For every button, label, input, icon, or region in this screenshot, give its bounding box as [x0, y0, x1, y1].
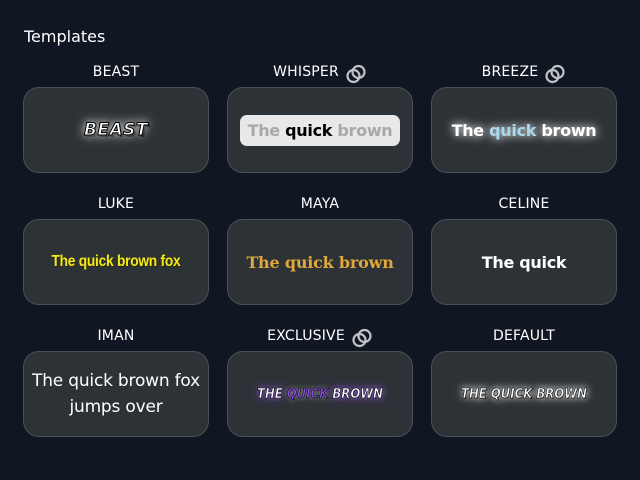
- template-label: EXCLUSIVE: [267, 327, 345, 344]
- template-card-celine[interactable]: The quick: [431, 219, 617, 305]
- template-label: BEAST: [92, 63, 140, 80]
- template-card-luke[interactable]: The quick brown fox: [23, 219, 209, 305]
- preview-word-highlight: quick: [489, 120, 537, 140]
- template-card-breeze[interactable]: The quick brown: [431, 87, 617, 173]
- preview-line: The quick brown fox: [32, 371, 200, 391]
- preview-word-highlight: quick: [285, 120, 333, 140]
- template-preview: BEAST: [83, 120, 149, 141]
- template-maya: MAYA The quick brown: [227, 190, 413, 322]
- template-label: MAYA: [300, 195, 340, 212]
- template-preview: The quick brown: [452, 121, 597, 140]
- preview-word: BROWN: [332, 386, 383, 402]
- template-whisper: WHISPER The quick brown: [227, 58, 413, 190]
- template-beast: BEAST BEAST: [23, 58, 209, 190]
- template-label: DEFAULT: [492, 327, 556, 344]
- template-label: IMAN: [97, 327, 135, 344]
- templates-page: Templates BEAST BEAST WHISPER The quick …: [0, 0, 640, 480]
- preview-word: brown: [541, 120, 597, 140]
- template-preview: THE QUICK BROWN: [257, 386, 384, 402]
- preview-word: brown: [337, 120, 393, 140]
- template-card-exclusive[interactable]: THE QUICK BROWN: [227, 351, 413, 437]
- template-iman: IMAN The quick brown fox jumps over: [23, 322, 209, 454]
- template-card-iman[interactable]: The quick brown fox jumps over: [23, 351, 209, 437]
- template-card-maya[interactable]: The quick brown: [227, 219, 413, 305]
- template-preview: The quick brown: [239, 114, 401, 146]
- linked-rings-icon: [346, 64, 366, 83]
- template-label: BREEZE: [481, 63, 539, 80]
- template-card-beast[interactable]: BEAST: [23, 87, 209, 173]
- template-card-default[interactable]: THE QUICK BROWN: [431, 351, 617, 437]
- template-label-row: IMAN: [23, 322, 209, 351]
- template-label-row: MAYA: [227, 190, 413, 219]
- section-title: Templates: [24, 27, 106, 46]
- template-card-whisper[interactable]: The quick brown: [227, 87, 413, 173]
- template-exclusive: EXCLUSIVE THE QUICK BROWN: [227, 322, 413, 454]
- template-label: CELINE: [498, 195, 550, 212]
- template-label-row: WHISPER: [227, 58, 413, 87]
- template-preview: THE QUICK BROWN: [461, 386, 587, 402]
- linked-rings-icon: [545, 64, 565, 83]
- template-default: DEFAULT THE QUICK BROWN: [431, 322, 617, 454]
- preview-word-highlight: QUICK: [286, 386, 329, 402]
- template-label-row: BEAST: [23, 58, 209, 87]
- template-label-row: LUKE: [23, 190, 209, 219]
- template-label: LUKE: [97, 195, 135, 212]
- template-preview: The quick brown: [246, 252, 394, 272]
- template-label-row: DEFAULT: [431, 322, 617, 351]
- template-label-row: CELINE: [431, 190, 617, 219]
- template-breeze: BREEZE The quick brown: [431, 58, 617, 190]
- templates-grid: BEAST BEAST WHISPER The quick brown BREE: [23, 58, 618, 454]
- preview-line: jumps over: [69, 397, 163, 417]
- preview-word: The: [247, 120, 281, 140]
- template-celine: CELINE The quick: [431, 190, 617, 322]
- template-luke: LUKE The quick brown fox: [23, 190, 209, 322]
- template-label: WHISPER: [273, 63, 339, 80]
- template-preview: The quick brown fox jumps over: [32, 368, 200, 420]
- template-label-row: BREEZE: [431, 58, 617, 87]
- template-preview: The quick brown fox: [51, 253, 181, 270]
- preview-word: The: [451, 120, 485, 140]
- template-label-row: EXCLUSIVE: [227, 322, 413, 351]
- template-preview: The quick: [481, 252, 567, 272]
- preview-word: THE: [257, 386, 283, 402]
- linked-rings-icon: [352, 328, 372, 347]
